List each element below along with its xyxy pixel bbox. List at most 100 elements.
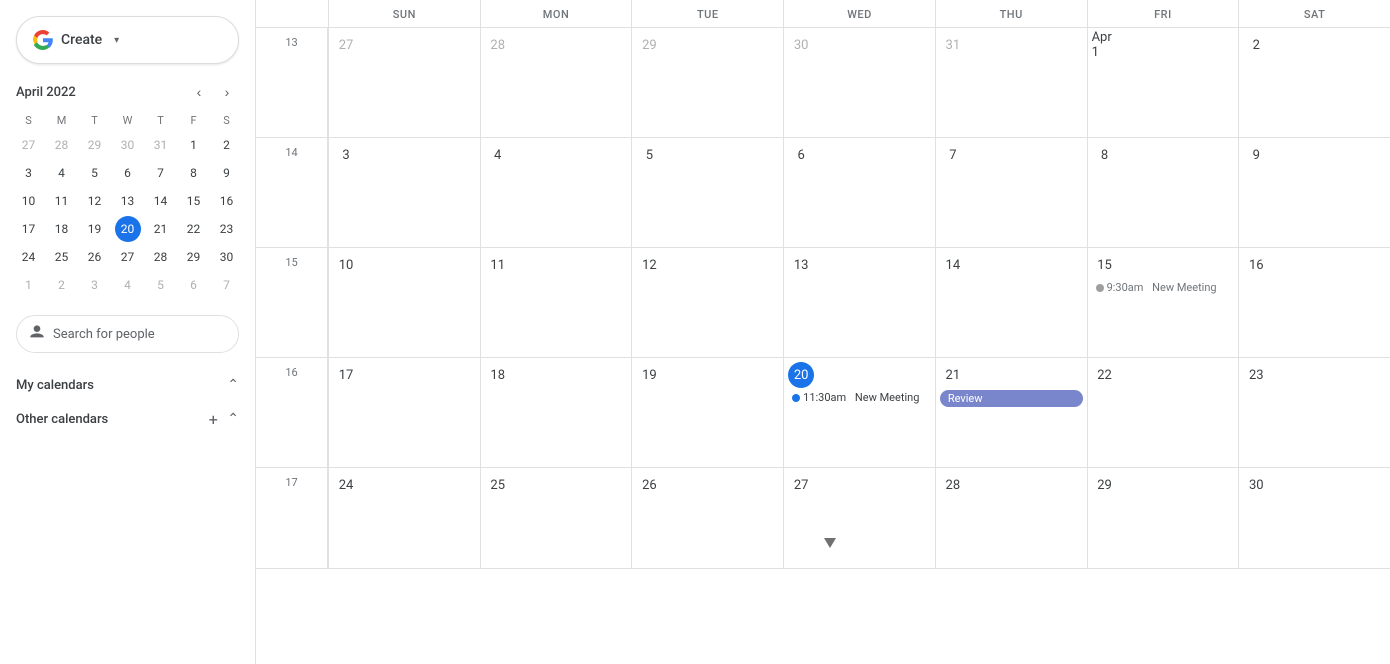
day-cell-apr9[interactable]: 9 [1238, 138, 1390, 247]
other-calendars-expand-icon[interactable]: ⌃ [227, 411, 239, 427]
day-number[interactable]: 14 [940, 252, 966, 278]
search-people-input[interactable]: Search for people [16, 315, 239, 353]
day-number[interactable]: 19 [636, 362, 662, 388]
day-cell-apr20[interactable]: 20 11:30am New Meeting [783, 358, 935, 467]
day-cell-apr19[interactable]: 19 [631, 358, 783, 467]
day-number[interactable]: 31 [940, 32, 966, 58]
mini-cal-day[interactable]: 7 [148, 160, 174, 186]
day-cell-apr4[interactable]: 4 [480, 138, 632, 247]
mini-cal-day[interactable]: 7 [214, 272, 240, 298]
mini-cal-day[interactable]: 29 [181, 244, 207, 270]
mini-cal-day[interactable]: 22 [181, 216, 207, 242]
mini-cal-day[interactable]: 23 [214, 216, 240, 242]
day-number[interactable]: 22 [1092, 362, 1118, 388]
day-cell-apr8[interactable]: 8 [1087, 138, 1239, 247]
mini-cal-day[interactable]: 16 [214, 188, 240, 214]
day-number[interactable]: 13 [788, 252, 814, 278]
day-number[interactable]: 6 [788, 142, 814, 168]
day-cell-apr12[interactable]: 12 [631, 248, 783, 357]
event-new-meeting-fri15[interactable]: 9:30am New Meeting [1092, 280, 1235, 295]
day-number[interactable]: 9 [1243, 142, 1269, 168]
day-number[interactable]: 29 [636, 32, 662, 58]
mini-cal-day[interactable]: 6 [115, 160, 141, 186]
day-number[interactable]: 30 [788, 32, 814, 58]
event-new-meeting-wed20[interactable]: 11:30am New Meeting [788, 390, 931, 405]
mini-cal-day[interactable]: 1 [16, 272, 42, 298]
day-number[interactable]: 23 [1243, 362, 1269, 388]
day-number-today[interactable]: 20 [788, 362, 814, 388]
mini-cal-day[interactable]: 12 [82, 188, 108, 214]
day-cell-apr1[interactable]: Apr 1 [1087, 28, 1239, 137]
mini-cal-day[interactable]: 28 [148, 244, 174, 270]
day-number[interactable]: 18 [485, 362, 511, 388]
day-cell-mar28[interactable]: 28 [480, 28, 632, 137]
mini-cal-day[interactable]: 10 [16, 188, 42, 214]
day-cell-apr21[interactable]: 21 Review [935, 358, 1087, 467]
day-number[interactable]: 7 [940, 142, 966, 168]
mini-cal-day[interactable]: 28 [49, 132, 75, 158]
day-number[interactable]: 17 [333, 362, 359, 388]
day-cell-apr22[interactable]: 22 [1087, 358, 1239, 467]
day-cell-apr13[interactable]: 13 [783, 248, 935, 357]
day-number[interactable]: 11 [485, 252, 511, 278]
day-cell-apr14[interactable]: 14 [935, 248, 1087, 357]
day-number[interactable]: 26 [636, 472, 662, 498]
day-number[interactable]: 28 [485, 32, 511, 58]
day-cell-apr29[interactable]: 29 [1087, 468, 1239, 568]
mini-cal-day[interactable]: 27 [16, 132, 42, 158]
mini-cal-day[interactable]: 18 [49, 216, 75, 242]
mini-cal-day[interactable]: 8 [181, 160, 207, 186]
day-number[interactable]: 27 [788, 472, 814, 498]
mini-cal-day[interactable]: 24 [16, 244, 42, 270]
day-cell-apr23[interactable]: 23 [1238, 358, 1390, 467]
day-number[interactable]: 5 [636, 142, 662, 168]
day-cell-apr18[interactable]: 18 [480, 358, 632, 467]
day-number[interactable]: 3 [333, 142, 359, 168]
my-calendars-expand-icon[interactable]: ⌃ [227, 377, 239, 393]
mini-cal-day[interactable]: 4 [115, 272, 141, 298]
mini-cal-day[interactable]: 4 [49, 160, 75, 186]
mini-cal-day[interactable]: 5 [82, 160, 108, 186]
other-calendars-add-icon[interactable]: + [203, 409, 223, 429]
day-cell-apr2[interactable]: 2 [1238, 28, 1390, 137]
day-number[interactable]: 21 [940, 362, 966, 388]
day-cell-apr10[interactable]: 10 [328, 248, 480, 357]
day-cell-apr28[interactable]: 28 [935, 468, 1087, 568]
day-number[interactable]: 12 [636, 252, 662, 278]
mini-cal-day[interactable]: 30 [214, 244, 240, 270]
day-number[interactable]: 25 [485, 472, 511, 498]
mini-cal-day[interactable]: 27 [115, 244, 141, 270]
day-cell-apr7[interactable]: 7 [935, 138, 1087, 247]
mini-cal-day[interactable]: 19 [82, 216, 108, 242]
day-number[interactable]: 15 [1092, 252, 1118, 278]
day-cell-mar30[interactable]: 30 [783, 28, 935, 137]
mini-cal-day[interactable]: 21 [148, 216, 174, 242]
day-cell-apr3[interactable]: 3 [328, 138, 480, 247]
day-number[interactable]: 10 [333, 252, 359, 278]
mini-cal-day[interactable]: 9 [214, 160, 240, 186]
mini-cal-day[interactable]: 2 [49, 272, 75, 298]
event-review-thu21[interactable]: Review [940, 390, 1083, 407]
mini-cal-day[interactable]: 15 [181, 188, 207, 214]
day-number[interactable]: 28 [940, 472, 966, 498]
mini-cal-day[interactable]: 1 [181, 132, 207, 158]
day-number[interactable]: 30 [1243, 472, 1269, 498]
mini-cal-day[interactable]: 13 [115, 188, 141, 214]
my-calendars-header[interactable]: My calendars ⌃ [8, 369, 247, 401]
mini-cal-day[interactable]: 30 [115, 132, 141, 158]
day-number[interactable]: 2 [1243, 32, 1269, 58]
day-number[interactable]: 27 [333, 32, 359, 58]
mini-cal-day[interactable]: 3 [82, 272, 108, 298]
mini-cal-day[interactable]: 2 [214, 132, 240, 158]
day-cell-apr11[interactable]: 11 [480, 248, 632, 357]
mini-cal-day[interactable]: 26 [82, 244, 108, 270]
day-cell-apr16[interactable]: 16 [1238, 248, 1390, 357]
mini-cal-day[interactable]: 14 [148, 188, 174, 214]
day-number[interactable]: 29 [1092, 472, 1118, 498]
mini-cal-day[interactable]: 17 [16, 216, 42, 242]
other-calendars-header[interactable]: Other calendars + ⌃ [8, 401, 247, 437]
day-cell-apr6[interactable]: 6 [783, 138, 935, 247]
mini-cal-day[interactable]: 11 [49, 188, 75, 214]
mini-cal-day-today[interactable]: 20 [115, 216, 141, 242]
mini-cal-day[interactable]: 6 [181, 272, 207, 298]
